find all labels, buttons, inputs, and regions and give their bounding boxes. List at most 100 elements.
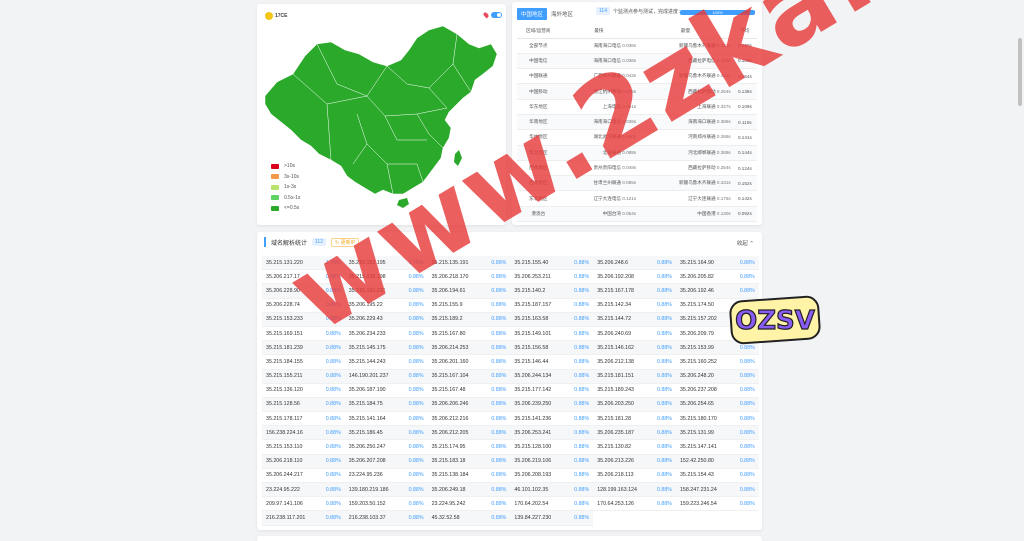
cell-worst: 中国香港 0.130s bbox=[638, 206, 733, 223]
ip-percentage: 0.88% bbox=[491, 316, 507, 323]
best-node: 湖北武汉联通 bbox=[593, 134, 622, 140]
dns-title: 域名解析统计 bbox=[271, 240, 308, 247]
ip-address: 35.206.212.205 bbox=[431, 429, 469, 436]
ip-percentage: 0.88% bbox=[408, 415, 424, 422]
cell-worst: 上海联通 0.347s bbox=[638, 99, 733, 115]
legend-label: >10s bbox=[284, 163, 295, 170]
best-time: 0.036s bbox=[622, 119, 637, 125]
ip-percentage: 0.88% bbox=[656, 429, 672, 436]
ip-percentage: 0.88% bbox=[656, 415, 672, 422]
ip-percentage: 0.88% bbox=[408, 344, 424, 351]
ip-address: 35.206.206.246 bbox=[431, 401, 469, 408]
dns-ip-item: 35.206.218.113 0.88% bbox=[593, 469, 676, 483]
dns-ip-item: 35.206.205.82 0.88% bbox=[675, 270, 759, 285]
header-region: 区域/运营商 bbox=[517, 24, 560, 39]
legend-label: <=0.5s bbox=[284, 205, 300, 212]
table-row: 西北地区 甘肃兰州联通 0.085s 新疆乌鲁木齐联通 0.431s 0.152s bbox=[517, 175, 757, 192]
dns-ip-item: 139.180.219.186 0.88% bbox=[344, 483, 428, 498]
dns-stats-card: 域名解析统计 112 ↻ 更新IP 收起 ⌃ 35.215.131.220 1.7… bbox=[257, 232, 762, 530]
ip-percentage: 0.88% bbox=[739, 373, 755, 380]
dns-ip-item: 23.224.95.242 0.88% bbox=[427, 497, 511, 512]
ip-address: 35.215.187.157 bbox=[514, 302, 552, 309]
ip-address: 35.206.203.250 bbox=[597, 401, 635, 408]
page-scrollbar[interactable] bbox=[1018, 38, 1022, 106]
worst-node: 辽宁大连联通 bbox=[688, 195, 716, 201]
dns-ip-item: 23.224.95.236 0.88% bbox=[344, 469, 428, 483]
ip-address: 35.215.160.252 bbox=[679, 358, 717, 365]
worst-time: 0.386s bbox=[716, 119, 731, 125]
ip-address: 35.215.154.43 bbox=[679, 472, 714, 479]
best-node: 浙江杭州移动 bbox=[593, 88, 622, 94]
ip-address: 35.206.218.110 bbox=[266, 458, 303, 465]
ip-percentage: 0.88% bbox=[408, 287, 424, 294]
dns-ip-item: 35.206.228.74 0.88% bbox=[262, 299, 345, 313]
dns-ip-item: 158.247.231.24 0.88% bbox=[675, 483, 759, 498]
dns-ip-item: 35.215.155.211 0.88% bbox=[262, 369, 345, 384]
ip-address: 35.206.244.217 bbox=[266, 472, 303, 479]
ip-percentage: 0.88% bbox=[325, 415, 341, 422]
dns-ip-item: 35.215.156.58 0.88% bbox=[510, 341, 594, 356]
dns-ip-item: 35.206.234.233 0.88% bbox=[344, 327, 428, 342]
dns-count-badge: 112 bbox=[312, 238, 326, 246]
dns-ip-item: 35.215.167.104 0.88% bbox=[427, 369, 511, 384]
dns-ip-item: 35.206.253.211 0.88% bbox=[510, 270, 594, 285]
cell-best: 广西柳州联通 0.043s bbox=[559, 68, 639, 85]
table-row: 全部节点 海南海口电信 0.036s 新疆乌鲁木齐联通 0.431s 0.130s bbox=[517, 38, 757, 54]
ip-address: 35.215.167.104 bbox=[431, 373, 469, 380]
dns-ip-item: 35.206.195.22 0.88% bbox=[344, 299, 428, 313]
ip-address: 35.215.177.142 bbox=[514, 387, 552, 394]
ip-address: 35.215.167.48 bbox=[431, 387, 466, 394]
region-stats-card: 中国地区 海外地区 114 个监测点参与测试，完成进度： 100% 区域/运营商… bbox=[512, 2, 762, 225]
ip-address: 35.206.217.17 bbox=[266, 273, 300, 280]
tab-china[interactable]: 中国地区 bbox=[517, 8, 548, 20]
ip-address: 35.206.187.190 bbox=[348, 387, 386, 394]
dns-ip-item: 35.215.138.184 0.88% bbox=[427, 469, 511, 483]
best-node: 海南海口电信 bbox=[593, 42, 622, 48]
cell-region: 全部节点 bbox=[517, 38, 560, 54]
map-legend: >10s 3s-10s 1s-3s 0.5s-1s <=0.5s bbox=[271, 161, 300, 214]
region-table: 区域/运营商 最快 最慢 平均 全部节点 海南海口电信 0.036s 新疆乌鲁木齐联… bbox=[517, 24, 757, 223]
legend-label: 3s-10s bbox=[284, 173, 300, 180]
ip-percentage: 0.88% bbox=[491, 500, 507, 507]
ip-percentage: 0.88% bbox=[491, 514, 507, 521]
ip-address: 159.223.246.54 bbox=[679, 500, 717, 507]
ip-address: 35.206.239.250 bbox=[514, 401, 552, 408]
worst-node: 河南郑州联通 bbox=[688, 134, 716, 140]
ip-percentage: 0.88% bbox=[491, 302, 507, 309]
ip-address: 35.215.135.191 bbox=[431, 259, 469, 266]
cell-region: 华中地区 bbox=[517, 129, 560, 146]
ip-address: 35.215.153.99 bbox=[679, 344, 714, 351]
cell-avg: 0.154s bbox=[732, 68, 757, 85]
ip-percentage: 0.88% bbox=[656, 344, 672, 351]
ip-address: 216.238.117.201 bbox=[266, 514, 306, 521]
ip-percentage: 0.88% bbox=[739, 358, 755, 365]
node-count-badge: 114 bbox=[596, 7, 610, 15]
tab-overseas[interactable]: 海外地区 bbox=[547, 8, 577, 20]
ip-percentage: 0.88% bbox=[574, 287, 590, 294]
collapse-button[interactable]: 收起 ⌃ bbox=[737, 239, 754, 247]
ip-address: 139.180.219.186 bbox=[348, 486, 389, 493]
best-node: 辽宁大连电信 bbox=[593, 195, 622, 201]
ip-address: 35.215.181.151 bbox=[597, 373, 635, 380]
ip-address: 46.101.102.35 bbox=[514, 486, 549, 493]
cell-best: 北京联通 0.088s bbox=[559, 145, 639, 161]
ip-percentage: 0.88% bbox=[325, 316, 341, 323]
dns-ip-item: 46.101.102.35 0.88% bbox=[510, 483, 594, 498]
ip-address: 35.206.249.18 bbox=[431, 486, 466, 493]
ip-address: 35.206.201.160 bbox=[431, 358, 469, 365]
best-node: 甘肃兰州联通 bbox=[593, 180, 622, 186]
dns-ip-item: 35.215.142.34 0.88% bbox=[593, 299, 676, 313]
cell-region: 中国联通 bbox=[517, 68, 560, 85]
legend-item: 1s-3s bbox=[271, 182, 300, 193]
dns-ip-item: 35.206.214.253 0.88% bbox=[427, 341, 511, 356]
ip-percentage: 0.88% bbox=[408, 330, 424, 337]
dns-ip-item: 146.190.201.237 0.88% bbox=[344, 369, 428, 384]
table-row: 东北地区 辽宁大连电信 0.121s 辽宁大连联通 0.175s 0.142s bbox=[517, 190, 757, 207]
ip-percentage: 0.88% bbox=[739, 444, 755, 451]
ip-percentage: 0.88% bbox=[408, 486, 424, 493]
dns-ip-item: 139.84.227.230 0.88% bbox=[510, 511, 594, 526]
region-table-header: 区域/运营商 最快 最慢 平均 bbox=[517, 24, 757, 39]
ip-percentage: 0.88% bbox=[325, 373, 341, 380]
cell-best: 浙江杭州移动 0.076s bbox=[559, 83, 639, 100]
update-ip-button[interactable]: ↻ 更新IP bbox=[331, 237, 360, 247]
